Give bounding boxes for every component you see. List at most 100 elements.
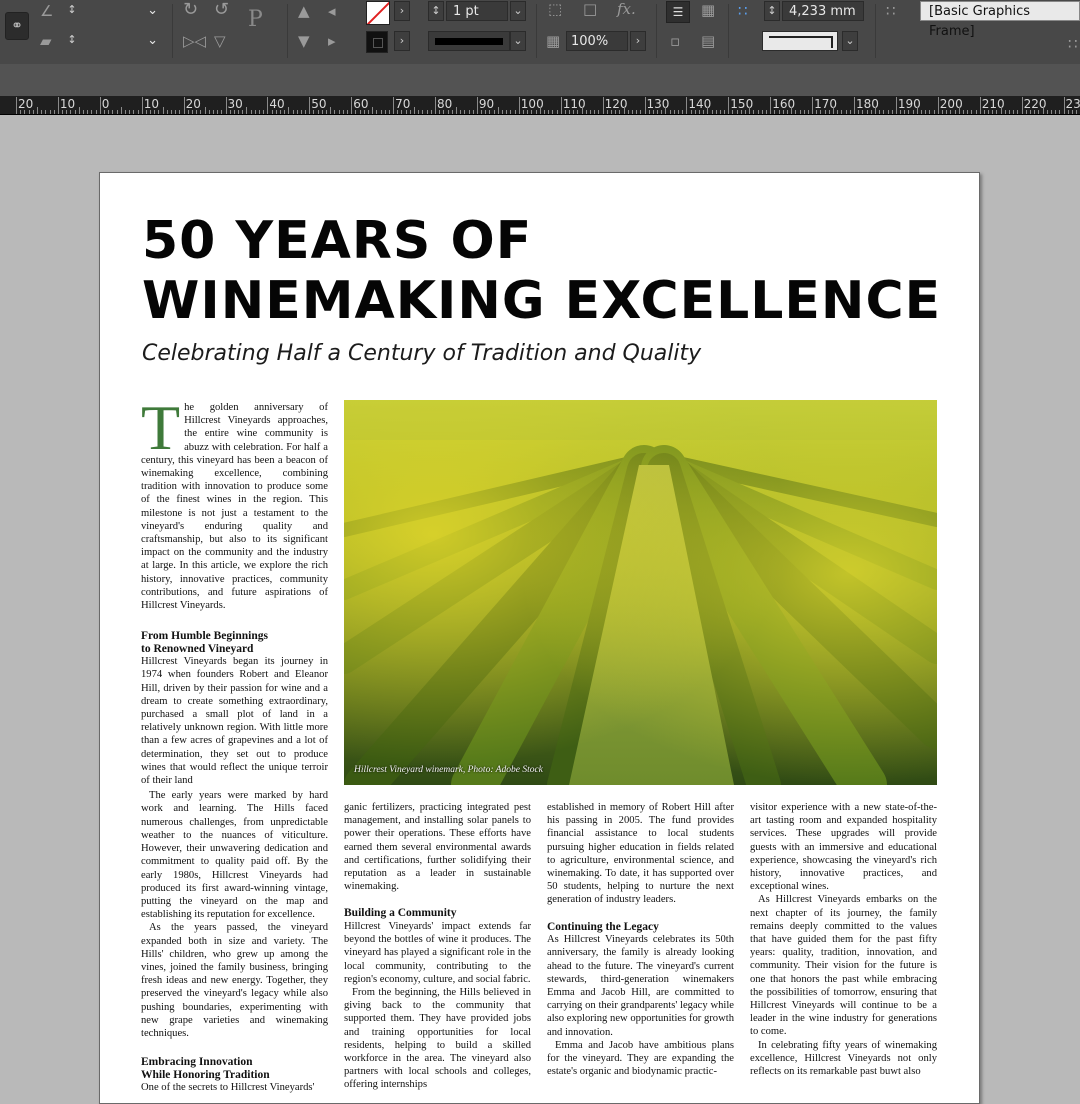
opacity-field[interactable]: 100% (566, 31, 628, 51)
separator (656, 4, 657, 58)
corner-shape-field[interactable] (762, 31, 838, 51)
ruler-tick (561, 97, 562, 114)
body-paragraph: As Hillcrest Vineyards celebrates its 50… (547, 933, 734, 1039)
ruler-tick (607, 110, 608, 114)
dimension-field[interactable]: 4,233 mm (782, 1, 864, 21)
ruler-tick (355, 110, 356, 114)
ruler-tick (297, 110, 298, 114)
fill-menu-button[interactable]: › (394, 1, 410, 21)
ruler-tick (862, 110, 863, 114)
ruler-tick (749, 107, 750, 114)
text-column-3[interactable]: established in memory of Robert Hill aft… (547, 801, 734, 1078)
effects-fx-icon[interactable]: fx. (617, 1, 636, 17)
dimension-stepper[interactable]: ↕ (764, 1, 780, 21)
ruler-tick (766, 110, 767, 114)
chain-link-icon[interactable]: ⚭ (5, 12, 29, 40)
align-top-icon[interactable]: ▫ (670, 33, 680, 49)
ruler-tick (431, 110, 432, 114)
shear-stepper[interactable]: ↕ (64, 31, 80, 51)
ruler-tick (129, 110, 130, 114)
ruler-tick (791, 107, 792, 114)
ruler-tick (104, 110, 105, 114)
ruler-tick (1034, 110, 1035, 114)
section-heading-3: Building a Community (344, 907, 531, 920)
ruler-tick (850, 110, 851, 114)
text-column-4[interactable]: visitor experience with a new state-of-t… (750, 801, 937, 1078)
ruler-tick (674, 110, 675, 114)
ruler-tick (498, 107, 499, 114)
select-next-icon[interactable]: ▸ (328, 33, 336, 49)
ruler-tick (515, 110, 516, 114)
ruler-tick (33, 110, 34, 114)
vineyard-photo-frame[interactable]: Hillcrest Vineyard winemark, Photo: Adob… (344, 400, 937, 785)
ruler-tick (343, 110, 344, 114)
ruler-tick (255, 110, 256, 114)
ruler-tick (950, 110, 951, 114)
frame-icon[interactable]: □ (583, 1, 597, 17)
stroke-type-field[interactable] (428, 31, 510, 51)
ruler-tick (469, 110, 470, 114)
ruler-tick (942, 110, 943, 114)
body-paragraph: As the years passed, the vineyard expand… (141, 921, 328, 1040)
stroke-type-dropdown[interactable]: ⌄ (510, 31, 526, 51)
shear-angle-field[interactable]: ⌄ (82, 31, 164, 51)
ruler-tick (372, 107, 373, 114)
ruler-tick (351, 97, 352, 114)
rotate-ccw-icon[interactable]: ↺ (214, 2, 229, 18)
select-content-icon[interactable]: ▼ (298, 33, 310, 49)
text-column-2[interactable]: ganic fertilizers, practicing integrated… (344, 801, 531, 1092)
select-previous-icon[interactable]: ◂ (328, 3, 336, 19)
flip-vertical-icon[interactable]: ▽ (214, 33, 226, 49)
separator (172, 4, 173, 58)
intro-paragraph: The golden anniversary of Hillcrest Vine… (141, 401, 328, 612)
rotate-stepper[interactable]: ↕ (64, 1, 80, 21)
flip-horizontal-icon[interactable]: ▷◁ (183, 33, 206, 49)
body-paragraph: established in memory of Robert Hill aft… (547, 801, 734, 907)
ruler-tick (246, 107, 247, 114)
ruler-tick (854, 97, 855, 114)
horizontal-ruler[interactable]: 2010010203040506070809010011012013014015… (0, 96, 1080, 115)
object-style-extra-icon[interactable]: ∷ (1068, 36, 1078, 52)
ruler-tick (376, 110, 377, 114)
wrap-bounding-icon[interactable]: ▦ (701, 2, 715, 18)
opacity-menu-button[interactable]: › (630, 31, 646, 51)
ruler-tick (280, 110, 281, 114)
stroke-swatch[interactable] (366, 31, 388, 53)
rotate-angle-field[interactable]: ⌄ (82, 1, 164, 21)
rotate-cw-icon[interactable]: ↻ (183, 2, 198, 18)
ruler-tick (837, 110, 838, 114)
ruler-tick (158, 110, 159, 114)
fill-swatch[interactable] (366, 1, 390, 25)
ruler-tick (758, 110, 759, 114)
ruler-tick (577, 110, 578, 114)
ruler-tick (1051, 110, 1052, 114)
stroke-weight-field[interactable]: 1 pt (446, 1, 508, 21)
ruler-tick (883, 110, 884, 114)
ruler-tick (603, 97, 604, 114)
ruler-tick (879, 110, 880, 114)
stroke-weight-stepper[interactable]: ↕ (428, 1, 444, 21)
ruler-tick (100, 97, 101, 114)
ruler-tick (389, 110, 390, 114)
ruler-tick (586, 110, 587, 114)
ruler-tick (58, 97, 59, 114)
ruler-tick (716, 110, 717, 114)
vineyard-photo (344, 400, 937, 785)
ruler-tick (364, 110, 365, 114)
text-column-1[interactable]: The golden anniversary of Hillcrest Vine… (141, 401, 328, 1094)
body-paragraph: visitor experience with a new state-of-t… (750, 801, 937, 893)
wrap-none-icon[interactable]: ☰ (666, 1, 690, 23)
corner-options-icon[interactable]: ⬚ (548, 1, 562, 17)
select-container-icon[interactable]: ▲ (298, 3, 310, 19)
corner-shape-dropdown[interactable]: ⌄ (842, 31, 858, 51)
section-heading-4: Continuing the Legacy (547, 921, 734, 934)
align-bottom-icon[interactable]: ▤ (701, 33, 715, 49)
body-paragraph: From the beginning, the Hills believed i… (344, 986, 531, 1092)
stroke-weight-dropdown[interactable]: ⌄ (510, 1, 526, 21)
ruler-tick (37, 107, 38, 114)
ruler-tick (984, 110, 985, 114)
stroke-menu-button[interactable]: › (394, 31, 410, 51)
ruler-tick (477, 97, 478, 114)
object-style-field[interactable]: [Basic Graphics Frame] (920, 1, 1080, 21)
reference-point-icon[interactable]: ∷ (738, 3, 748, 19)
